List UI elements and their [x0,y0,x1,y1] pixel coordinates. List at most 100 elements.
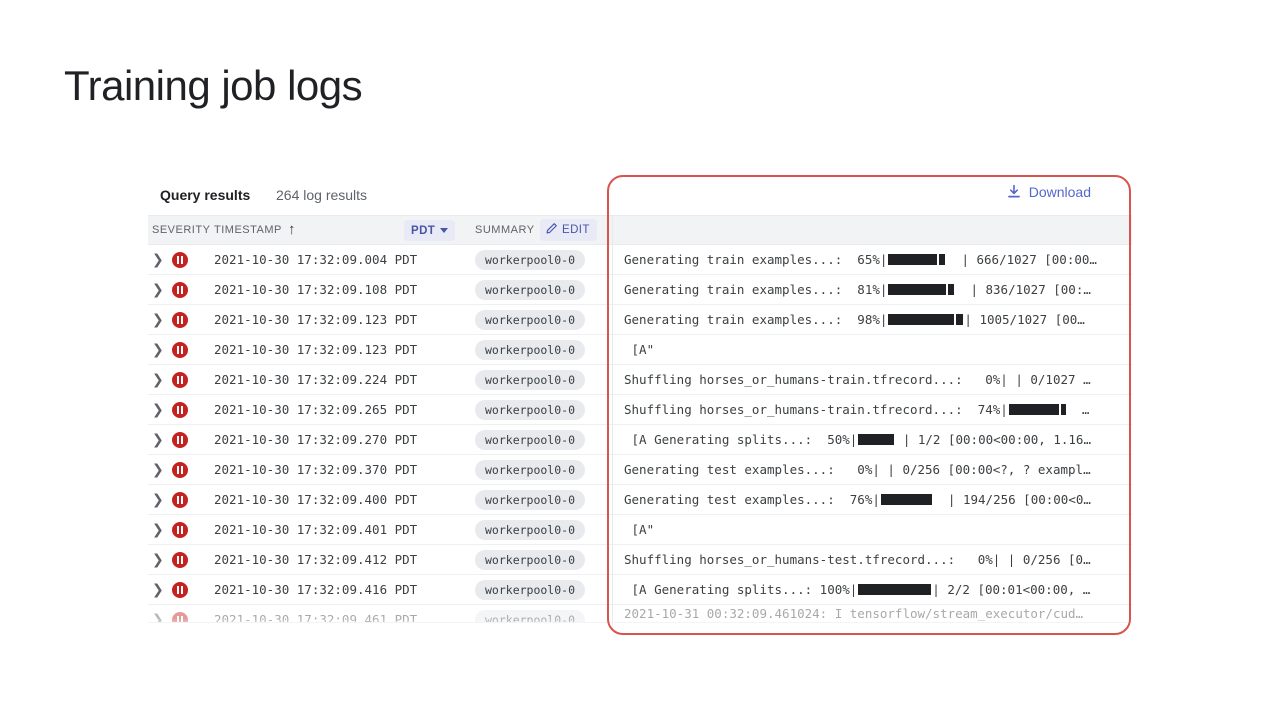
chevron-right-icon[interactable]: ❯ [152,432,166,448]
chevron-right-icon[interactable]: ❯ [152,612,166,622]
log-summary-chip: workerpool0-0 [475,490,586,510]
chevron-right-icon[interactable]: ❯ [152,372,166,388]
progress-bar-partial [948,284,955,295]
log-message-suffix: … [1066,402,1090,417]
log-timestamp: 2021-10-30 17:32:09.412 PDT [214,552,418,567]
log-summary-chip: workerpool0-0 [475,610,586,622]
log-message-row[interactable]: Shuffling horses_or_humans-test.tfrecord… [613,545,1132,575]
critical-alert-icon [172,552,188,568]
log-timestamp: 2021-10-30 17:32:09.224 PDT [214,372,418,387]
timezone-label: PDT [411,224,436,237]
log-message-row[interactable]: 2021-10-31 00:32:09.461024: I tensorflow… [613,605,1132,623]
log-summary-chip: workerpool0-0 [475,370,586,390]
log-message-row[interactable]: [A Generating splits...: 50%| | 1/2 [00:… [613,425,1132,455]
log-message-row[interactable]: [A" [613,515,1132,545]
critical-alert-icon [172,582,188,598]
log-message-text: Shuffling horses_or_humans-train.tfrecor… [624,372,1091,387]
log-viewer-panel: Query results 264 log results Download S… [148,176,1132,636]
progress-bar-fill [858,584,932,595]
log-timestamp: 2021-10-30 17:32:09.401 PDT [214,522,418,537]
log-summary-chip: workerpool0-0 [475,430,586,450]
log-summary-chip: workerpool0-0 [475,310,586,330]
progress-bar-partial [1060,404,1066,415]
download-label: Download [1028,184,1091,200]
progress-bar-fill [1008,404,1059,415]
log-summary-chip: workerpool0-0 [475,520,586,540]
log-summary-chip: workerpool0-0 [475,340,586,360]
log-message-text: Generating train examples...: 98%| [624,312,888,327]
progress-bar-partial [956,314,964,325]
column-header-summary[interactable]: SUMMARY [475,224,535,236]
log-message-row[interactable]: [A Generating splits...: 100%| | 2/2 [00:… [613,575,1132,605]
chevron-right-icon[interactable]: ❯ [152,282,166,298]
critical-alert-icon [172,492,188,508]
log-message-row[interactable]: Generating train examples...: 65%| | 666… [613,245,1132,275]
log-timestamp: 2021-10-30 17:32:09.123 PDT [214,342,418,357]
chevron-right-icon[interactable]: ❯ [152,462,166,478]
log-message-text: [A" [624,342,655,357]
log-message-row[interactable]: Generating train examples...: 98%| | 1005… [613,305,1132,335]
log-timestamp: 2021-10-30 17:32:09.461 PDT [214,612,418,623]
log-message-text: [A" [624,522,655,537]
log-message-text: Generating test examples...: 0%| | 0/256… [624,462,1091,477]
page-title: Training job logs [64,62,363,109]
chevron-down-icon [440,228,449,233]
slide-canvas: Training job logs Query results 264 log … [0,0,1280,720]
log-message-row[interactable]: Generating test examples...: 76%| | 194/… [613,485,1132,515]
progress-bar-fill [858,434,895,445]
log-message-suffix: | 836/1027 [00:… [955,282,1091,297]
download-icon [1006,184,1022,200]
log-message-row[interactable]: Shuffling horses_or_humans-train.tfrecor… [613,365,1132,395]
log-message-text: Generating train examples...: 81%| [624,282,888,297]
log-message-suffix: | 194/256 [00:00<0… [932,492,1091,507]
chevron-right-icon[interactable]: ❯ [152,582,166,598]
log-timestamp: 2021-10-30 17:32:09.108 PDT [214,282,418,297]
critical-alert-icon [172,522,188,538]
log-message-row[interactable]: Generating train examples...: 81%| | 836… [613,275,1132,305]
chevron-right-icon[interactable]: ❯ [152,342,166,358]
log-message-text: [A Generating splits...: 100%| [624,582,858,597]
chevron-right-icon[interactable]: ❯ [152,312,166,328]
critical-alert-icon [172,402,188,418]
table-header-row: SEVERITY TIMESTAMP ↑ PDT SUMMARY EDIT [148,216,1132,245]
log-message-row[interactable]: Generating test examples...: 0%| | 0/256… [613,455,1132,485]
log-timestamp: 2021-10-30 17:32:09.265 PDT [214,402,418,417]
log-message-text: 2021-10-31 00:32:09.461024: I tensorflow… [624,606,1084,621]
column-header-timestamp[interactable]: TIMESTAMP [214,224,282,236]
panel-toolbar: Query results 264 log results Download [148,176,1132,216]
log-message-column: Generating train examples...: 65%| | 666… [613,245,1132,623]
edit-summary-button[interactable]: EDIT [540,219,597,241]
log-timestamp: 2021-10-30 17:32:09.270 PDT [214,432,418,447]
column-header-severity[interactable]: SEVERITY [152,224,210,236]
chevron-right-icon[interactable]: ❯ [152,252,166,268]
log-message-text: Shuffling horses_or_humans-train.tfrecor… [624,402,1008,417]
log-message-text: Generating train examples...: 65%| [624,252,888,267]
chevron-right-icon[interactable]: ❯ [152,552,166,568]
log-message-row[interactable]: [A" [613,335,1132,365]
log-timestamp: 2021-10-30 17:32:09.416 PDT [214,582,418,597]
log-message-suffix: | 2/2 [00:01<00:00, … [932,582,1091,597]
progress-bar-fill [888,284,947,295]
log-summary-chip: workerpool0-0 [475,250,586,270]
log-summary-chip: workerpool0-0 [475,580,586,600]
log-summary-chip: workerpool0-0 [475,550,586,570]
log-message-suffix: | 666/1027 [00:00… [946,252,1097,267]
sort-ascending-arrow-icon[interactable]: ↑ [288,220,296,240]
chevron-right-icon[interactable]: ❯ [152,522,166,538]
log-timestamp: 2021-10-30 17:32:09.370 PDT [214,462,418,477]
timezone-selector[interactable]: PDT [404,220,456,241]
log-timestamp: 2021-10-30 17:32:09.123 PDT [214,312,418,327]
critical-alert-icon [172,342,188,358]
download-button[interactable]: Download [1006,184,1091,200]
log-summary-chip: workerpool0-0 [475,280,586,300]
chevron-right-icon[interactable]: ❯ [152,402,166,418]
critical-alert-icon [172,312,188,328]
chevron-right-icon[interactable]: ❯ [152,492,166,508]
log-message-suffix: | 1/2 [00:00<00:00, 1.16… [895,432,1091,447]
log-result-count: 264 log results [276,187,368,203]
edit-label: EDIT [562,224,590,236]
critical-alert-icon [172,252,188,268]
log-message-text: Shuffling horses_or_humans-test.tfrecord… [624,552,1091,567]
progress-bar-fill [888,254,938,265]
log-message-row[interactable]: Shuffling horses_or_humans-train.tfrecor… [613,395,1132,425]
